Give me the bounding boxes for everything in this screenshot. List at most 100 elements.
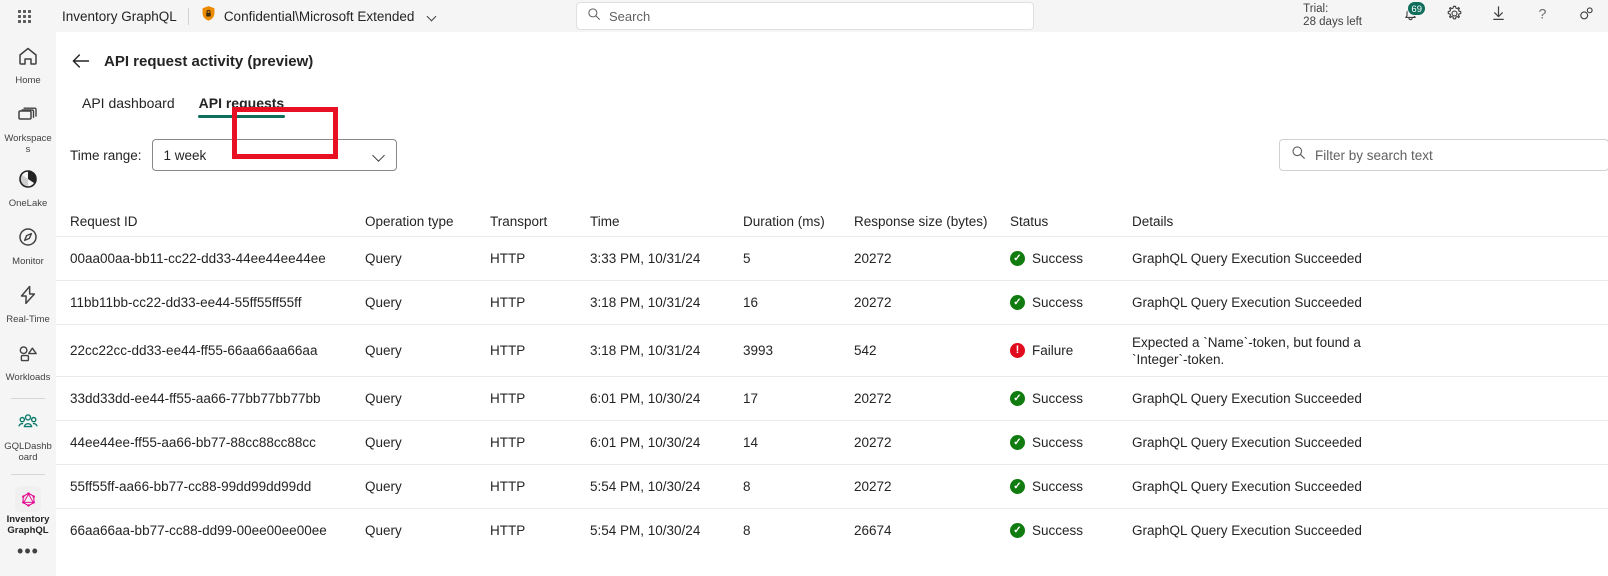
sidebar-item-label: Home bbox=[15, 75, 41, 86]
trial-status[interactable]: Trial: 28 days left bbox=[1303, 3, 1362, 29]
cell-status: ✓ Success bbox=[1010, 479, 1132, 494]
column-header-operation-type[interactable]: Operation type bbox=[365, 214, 490, 229]
cell-details: GraphQL Query Execution Succeeded bbox=[1132, 435, 1362, 450]
cell-status: ✓ Success bbox=[1010, 435, 1132, 450]
column-header-request-id[interactable]: Request ID bbox=[56, 214, 365, 229]
cell-request-id: 66aa66aa-bb77-cc88-dd99-00ee00ee00ee bbox=[70, 523, 327, 538]
product-title[interactable]: Inventory GraphQL bbox=[62, 9, 177, 24]
sidebar-item-gqldashboard[interactable]: GQLDashboard bbox=[0, 408, 56, 463]
table-row[interactable]: 33dd33dd-ee44-ff55-aa66-77bb77bb77bb Que… bbox=[56, 376, 1608, 420]
tab-api-requests[interactable]: API requests bbox=[187, 95, 297, 120]
cell-transport: HTTP bbox=[490, 479, 526, 494]
table-row[interactable]: 66aa66aa-bb77-cc88-dd99-00ee00ee00ee Que… bbox=[56, 508, 1608, 552]
settings-button[interactable] bbox=[1432, 0, 1476, 32]
sidebar-more-button[interactable]: ••• bbox=[17, 542, 39, 560]
home-icon bbox=[16, 44, 40, 73]
table-row[interactable]: 11bb11bb-cc22-dd33-ee44-55ff55ff55ff Que… bbox=[56, 280, 1608, 324]
column-header-duration[interactable]: Duration (ms) bbox=[743, 214, 854, 229]
workspaces-icon bbox=[16, 102, 40, 131]
sidebar-item-workloads[interactable]: Workloads bbox=[0, 339, 56, 387]
cell-response-size: 20272 bbox=[854, 251, 892, 266]
cell-details: Expected a `Name`-token, but found a `In… bbox=[1132, 334, 1361, 367]
cell-details: GraphQL Query Execution Succeeded bbox=[1132, 479, 1362, 494]
sensitivity-label-text: Confidential\Microsoft Extended bbox=[223, 8, 415, 24]
status-success-icon: ✓ bbox=[1010, 391, 1025, 406]
column-header-transport[interactable]: Transport bbox=[490, 214, 590, 229]
sidebar-item-workspaces[interactable]: Workspaces bbox=[0, 100, 56, 155]
cell-time: 6:01 PM, 10/30/24 bbox=[590, 391, 701, 406]
time-range-select[interactable]: 1 week bbox=[151, 139, 397, 171]
feedback-icon bbox=[1577, 4, 1596, 28]
sidebar-item-label: GQLDashboard bbox=[4, 441, 52, 463]
table-row[interactable]: 22cc22cc-dd33-ee44-ff55-66aa66aa66aa Que… bbox=[56, 324, 1608, 376]
status-badge: Success bbox=[1032, 435, 1084, 450]
cell-duration: 5 bbox=[743, 251, 751, 266]
cell-time: 5:54 PM, 10/30/24 bbox=[590, 479, 701, 494]
trial-line-1: Trial: bbox=[1303, 3, 1329, 15]
table-header-row: Request ID Operation type Transport Time… bbox=[56, 206, 1608, 236]
cell-request-id: 00aa00aa-bb11-cc22-dd33-44ee44ee44ee bbox=[70, 251, 326, 266]
back-arrow-icon[interactable] bbox=[70, 50, 92, 72]
status-success-icon: ✓ bbox=[1010, 251, 1025, 266]
column-header-time[interactable]: Time bbox=[590, 214, 743, 229]
cell-transport: HTTP bbox=[490, 391, 526, 406]
cell-operation-type: Query bbox=[365, 391, 402, 406]
chevron-down-icon bbox=[428, 12, 437, 21]
app-launcher-button[interactable] bbox=[0, 0, 48, 32]
table-row[interactable]: 55ff55ff-aa66-bb77-cc88-99dd99dd99dd Que… bbox=[56, 464, 1608, 508]
monitor-icon bbox=[16, 225, 40, 254]
downloads-button[interactable] bbox=[1476, 0, 1520, 32]
cell-duration: 8 bbox=[743, 479, 751, 494]
cell-details: GraphQL Query Execution Succeeded bbox=[1132, 251, 1362, 266]
status-badge: Success bbox=[1032, 479, 1084, 494]
sidebar-item-home[interactable]: Home bbox=[0, 42, 56, 90]
page-title: API request activity (preview) bbox=[104, 52, 314, 70]
cell-response-size: 26674 bbox=[854, 523, 892, 538]
cell-details: GraphQL Query Execution Succeeded bbox=[1132, 391, 1362, 406]
people-group-icon bbox=[16, 410, 40, 439]
gear-icon bbox=[1445, 4, 1464, 28]
time-range-label: Time range: bbox=[70, 147, 142, 163]
cell-response-size: 20272 bbox=[854, 435, 892, 450]
cell-duration: 14 bbox=[743, 435, 759, 450]
table-row[interactable]: 00aa00aa-bb11-cc22-dd33-44ee44ee44ee Que… bbox=[56, 236, 1608, 280]
column-header-response-size[interactable]: Response size (bytes) bbox=[854, 214, 1010, 229]
cell-request-id: 44ee44ee-ff55-aa66-bb77-88cc88cc88cc bbox=[70, 435, 316, 450]
cell-request-id: 55ff55ff-aa66-bb77-cc88-99dd99dd99dd bbox=[70, 479, 312, 494]
sensitivity-label-button[interactable]: Confidential\Microsoft Extended bbox=[200, 5, 438, 27]
sidebar-item-label: Workspaces bbox=[4, 133, 52, 155]
main-content-area: API request activity (preview) API dashb… bbox=[56, 32, 1608, 576]
filter-search-input[interactable]: Filter by search text bbox=[1279, 139, 1608, 171]
help-icon: ? bbox=[1533, 4, 1552, 28]
cell-operation-type: Query bbox=[365, 435, 402, 450]
global-search-box[interactable]: Search bbox=[576, 2, 1034, 30]
time-range-value: 1 week bbox=[163, 147, 207, 163]
column-header-details[interactable]: Details bbox=[1132, 214, 1532, 229]
trial-line-2: 28 days left bbox=[1303, 16, 1362, 28]
feedback-button[interactable] bbox=[1564, 0, 1608, 32]
cell-time: 5:54 PM, 10/30/24 bbox=[590, 523, 701, 538]
sidebar-item-inventory-graphql[interactable]: Inventory GraphQL bbox=[0, 484, 56, 536]
tab-list: API dashboard API requests bbox=[56, 86, 1608, 120]
cell-time: 3:33 PM, 10/31/24 bbox=[590, 251, 701, 266]
cell-duration: 16 bbox=[743, 295, 759, 310]
help-button[interactable]: ? bbox=[1520, 0, 1564, 32]
sidebar-item-monitor[interactable]: Monitor bbox=[0, 223, 56, 271]
sidebar-item-label: Inventory GraphQL bbox=[6, 514, 50, 536]
suite-header-bar: Inventory GraphQL Confidential\Microsoft… bbox=[0, 0, 1608, 32]
global-search-placeholder: Search bbox=[609, 8, 651, 24]
status-success-icon: ✓ bbox=[1010, 523, 1025, 538]
status-badge: Failure bbox=[1032, 343, 1074, 358]
tab-api-dashboard[interactable]: API dashboard bbox=[70, 95, 187, 120]
status-badge: Success bbox=[1032, 295, 1084, 310]
download-icon bbox=[1489, 4, 1508, 28]
table-row[interactable]: 44ee44ee-ff55-aa66-bb77-88cc88cc88cc Que… bbox=[56, 420, 1608, 464]
sidebar-item-label: OneLake bbox=[8, 198, 48, 209]
column-header-status[interactable]: Status bbox=[1010, 214, 1132, 229]
sidebar-item-real-time[interactable]: Real-Time bbox=[0, 281, 56, 329]
sidebar-item-onelake[interactable]: OneLake bbox=[0, 165, 56, 213]
shield-lock-icon bbox=[200, 5, 217, 27]
filter-search-placeholder: Filter by search text bbox=[1315, 147, 1433, 163]
cell-time: 3:18 PM, 10/31/24 bbox=[590, 295, 701, 310]
notifications-button[interactable]: 69 bbox=[1388, 0, 1432, 32]
